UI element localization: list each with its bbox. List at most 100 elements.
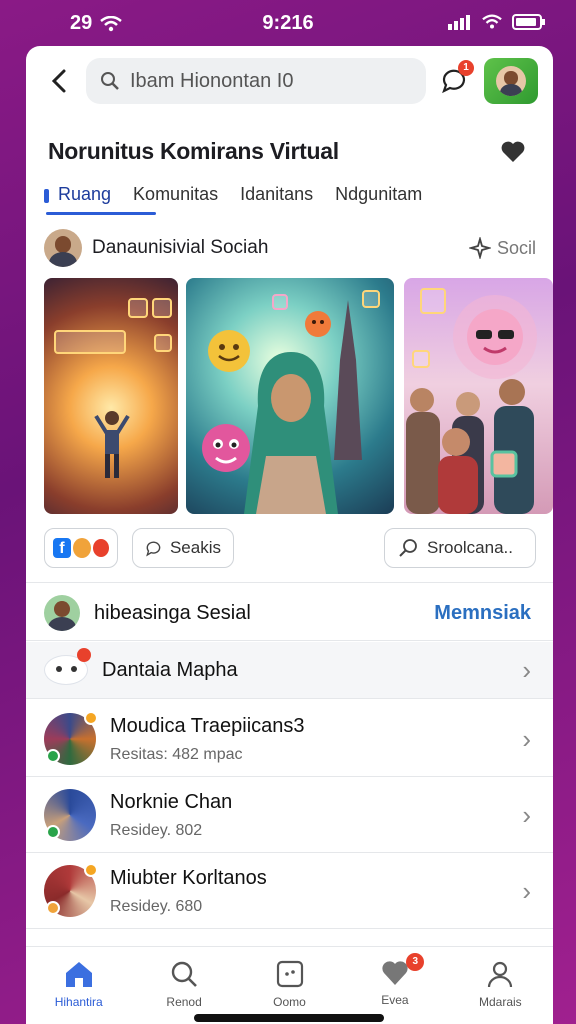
- list-item-subtitle: Resitas: 482 mpac: [110, 745, 243, 763]
- seeks-label: Seakis: [169, 538, 221, 557]
- divider: [26, 582, 553, 583]
- search-chip[interactable]: Sroolcana..: [384, 528, 536, 568]
- list-item[interactable]: Moudica Traepiicans3 Resitas: 482 mpac ›: [26, 702, 553, 776]
- chevron-right-icon: ›: [522, 723, 531, 754]
- emoji-tile: [154, 334, 172, 352]
- share-apps-button[interactable]: f: [44, 528, 118, 568]
- wifi-icon-right: [482, 14, 502, 29]
- nav-label: Hihantira: [54, 995, 103, 1009]
- social-link[interactable]: Socil: [468, 237, 536, 259]
- gallery-image-2[interactable]: [186, 278, 394, 514]
- group-avatar: [44, 711, 98, 765]
- nav-favorites[interactable]: 3 Evea: [342, 947, 447, 1024]
- list-item[interactable]: Miubter Korltanos Residey. 680 ›: [26, 854, 553, 928]
- gallery-image-3[interactable]: [404, 278, 553, 514]
- tower-graphic: [334, 300, 362, 460]
- list-header-row: hibeasinga Sesial Memnsiak: [26, 586, 553, 640]
- image-gallery: [44, 278, 553, 514]
- favorite-button[interactable]: [500, 140, 526, 169]
- search-chip-label: Sroolcana..: [427, 538, 513, 557]
- tab-bar: Ruang Komunitas Idanitans Ndgunitam: [44, 180, 424, 215]
- sparkle-icon: [468, 237, 491, 259]
- live-icon: [92, 539, 110, 557]
- author-avatar: [44, 229, 82, 267]
- list-item-name: Dantaia Mapha: [102, 658, 238, 681]
- feature-header: Danaunisivial Sociah Socil: [44, 228, 536, 268]
- nav-label: Evea: [381, 993, 409, 1007]
- tab-komunitas[interactable]: Komunitas: [133, 180, 220, 215]
- chevron-right-icon: ›: [522, 654, 531, 685]
- search-icon: [399, 539, 417, 557]
- seeks-button[interactable]: Seakis: [132, 528, 234, 568]
- divider: [26, 776, 553, 777]
- divider: [26, 928, 553, 929]
- profile-button[interactable]: [484, 58, 538, 104]
- gallery-image-1[interactable]: [44, 278, 178, 514]
- back-button[interactable]: [46, 66, 74, 98]
- page-title: Norunitus Komirans Virtual: [48, 138, 339, 164]
- tab-idanitans[interactable]: Idanitans: [240, 180, 315, 215]
- facebook-icon: f: [53, 538, 71, 558]
- messages-badge: 1: [458, 60, 474, 76]
- comment-icon: [146, 541, 161, 557]
- heart-icon: [501, 141, 525, 162]
- chevron-left-icon: [51, 69, 66, 93]
- search-icon: [171, 961, 198, 987]
- reaction-icon: [72, 538, 91, 558]
- emoji-tile: [362, 290, 380, 308]
- action-bar: f Seakis Sroolcana..: [44, 528, 536, 572]
- emoji-tile: [152, 298, 172, 318]
- search-placeholder: Ibam Hionontan I0: [130, 69, 294, 92]
- favorites-badge: 3: [406, 953, 425, 971]
- see-all-link[interactable]: Memnsiak: [434, 602, 531, 625]
- divider: [26, 852, 553, 853]
- person-icon: [488, 961, 513, 988]
- list-item-subtitle: Residey. 680: [110, 897, 203, 915]
- divider: [26, 640, 553, 641]
- group-avatar: [44, 789, 96, 841]
- tab-ruang[interactable]: Ruang: [44, 180, 157, 215]
- divider: [26, 698, 553, 699]
- bot-avatar-icon: [44, 648, 91, 685]
- sunglasses-emoji: [453, 295, 537, 379]
- notification-dot: [77, 648, 91, 662]
- emoji-tile: [412, 350, 430, 368]
- chevron-right-icon: ›: [522, 799, 531, 830]
- bottom-nav: Hihantira Renod Oomo 3 Evea Mdarais: [26, 946, 553, 1024]
- emoji-tile: [420, 288, 446, 314]
- child-figure: [94, 411, 130, 478]
- emoji-tile: [272, 294, 288, 310]
- list-item-subtitle: Residey. 802: [110, 821, 203, 839]
- chevron-right-icon: ›: [522, 875, 531, 906]
- nav-profile[interactable]: Mdarais: [448, 947, 553, 1024]
- nav-label: Oomo: [273, 995, 306, 1009]
- nav-label: Renod: [166, 995, 202, 1009]
- group-avatar: [44, 595, 80, 631]
- list-item-name: Norknie Chan: [110, 790, 233, 813]
- tab-ndgunitam[interactable]: Ndgunitam: [335, 180, 424, 215]
- list-header-title: hibeasinga Sesial: [94, 601, 251, 624]
- nav-home[interactable]: Hihantira: [26, 947, 131, 1024]
- ui-window-graphic: [54, 330, 126, 354]
- nav-grid[interactable]: Oomo: [237, 947, 342, 1024]
- group-avatar: [44, 863, 98, 917]
- list-item[interactable]: Norknie Chan Residey. 802 ›: [26, 778, 553, 852]
- list-item[interactable]: Dantaia Mapha ›: [26, 642, 553, 698]
- home-icon: [65, 962, 92, 987]
- home-indicator: [194, 1014, 384, 1022]
- profile-avatar: [496, 66, 526, 96]
- search-icon: [101, 72, 119, 90]
- app-window: Ibam Hionontan I0 1 Norunitus Komirans V…: [26, 46, 553, 1024]
- emoji-tile: [128, 298, 148, 318]
- social-label: Socil: [496, 237, 536, 258]
- status-bar: 29 9:216: [0, 0, 576, 46]
- search-input[interactable]: Ibam Hionontan I0: [86, 58, 426, 104]
- author-name: Danaunisivial Sociah: [92, 237, 269, 258]
- nav-label: Mdarais: [478, 995, 522, 1009]
- top-bar: Ibam Hionontan I0 1: [26, 46, 553, 120]
- nav-search[interactable]: Renod: [131, 947, 236, 1024]
- signal-icon: [448, 15, 470, 30]
- list-item-name: Moudica Traepiicans3: [110, 714, 305, 737]
- battery-icon: [512, 14, 545, 30]
- messages-button[interactable]: 1: [440, 60, 474, 96]
